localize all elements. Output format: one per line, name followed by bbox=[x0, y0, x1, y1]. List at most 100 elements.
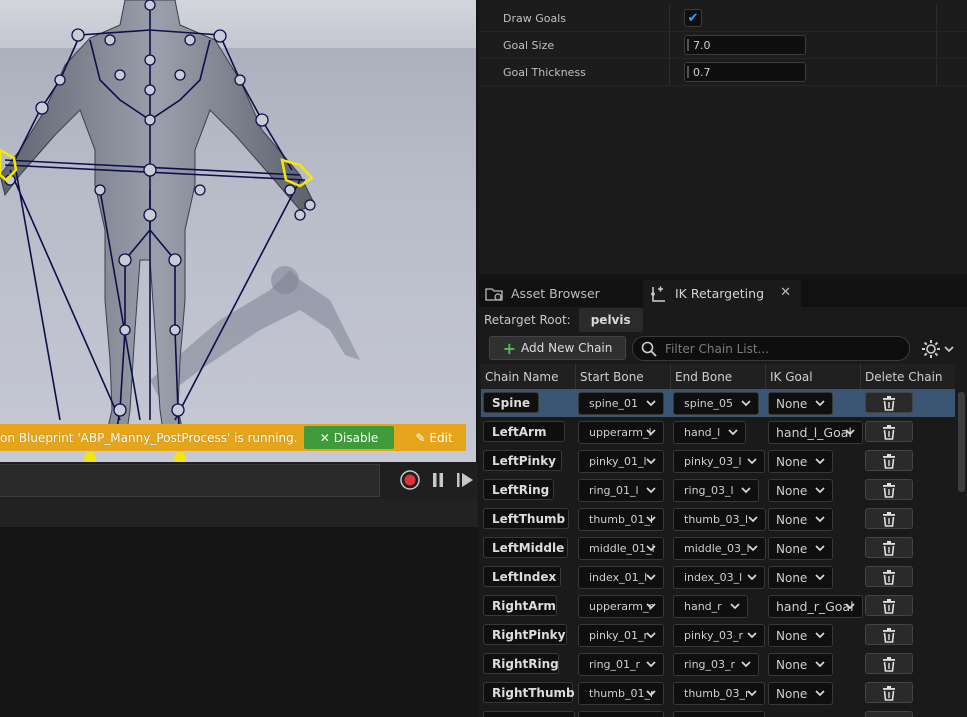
ik-goal-dropdown[interactable]: None bbox=[768, 653, 833, 676]
chain-row[interactable]: RightThumb thumb_01_r thumb_03_r None bbox=[481, 679, 955, 707]
ik-goal-dropdown[interactable]: None bbox=[768, 624, 833, 647]
start-bone-dropdown[interactable]: pinky_01_r bbox=[578, 624, 664, 647]
delete-chain-button[interactable] bbox=[865, 653, 913, 674]
start-bone-dropdown[interactable]: index_01_l bbox=[578, 566, 664, 589]
start-bone-dropdown[interactable]: upperarm_r bbox=[578, 595, 664, 618]
delete-chain-button[interactable] bbox=[865, 392, 913, 413]
tab-ik-retargeting[interactable]: IK Retargeting ✕ bbox=[643, 280, 801, 307]
chain-name-field[interactable]: LeftRing bbox=[483, 479, 554, 500]
add-new-chain-button[interactable]: + Add New Chain bbox=[489, 336, 626, 360]
chain-name-field[interactable]: LeftIndex bbox=[483, 566, 561, 587]
delete-chain-button[interactable] bbox=[865, 624, 913, 645]
trash-icon bbox=[883, 656, 895, 672]
timeline-track[interactable] bbox=[0, 464, 380, 497]
chain-row[interactable]: RightArm upperarm_r hand_r hand_r_Goal bbox=[481, 592, 955, 620]
ik-goal-value: None bbox=[776, 483, 808, 498]
chain-row[interactable]: LeftPinky pinky_01_l pinky_03_l None bbox=[481, 447, 955, 475]
chain-row[interactable]: LeftThumb thumb_01_l thumb_03_l None bbox=[481, 505, 955, 533]
chain-name-field[interactable]: Spine bbox=[483, 392, 539, 413]
end-bone-dropdown[interactable]: thumb_03_r bbox=[673, 682, 765, 705]
goal-size-input[interactable]: 7.0 bbox=[684, 35, 806, 55]
chain-name-field[interactable]: RightThumb bbox=[483, 682, 575, 703]
chain-row[interactable]: Spine spine_01 spine_05 None bbox=[481, 389, 955, 417]
chevron-down-icon bbox=[748, 516, 758, 523]
start-bone-dropdown[interactable]: thumb_01_l bbox=[578, 508, 664, 531]
chain-name-field[interactable]: LeftArm bbox=[483, 421, 565, 442]
chain-row[interactable]: LeftIndex index_01_l index_03_l None bbox=[481, 563, 955, 591]
delete-chain-button[interactable] bbox=[865, 479, 913, 500]
viewport[interactable]: on Blueprint 'ABP_Manny_PostProcess' is … bbox=[0, 0, 476, 462]
chain-row[interactable]: RightRing ring_01_r ring_03_r None bbox=[481, 650, 955, 678]
goal-thickness-input[interactable]: 0.7 bbox=[684, 62, 806, 82]
delete-chain-button[interactable] bbox=[865, 508, 913, 529]
start-bone-dropdown[interactable]: spine_01 bbox=[578, 392, 664, 415]
delete-chain-button[interactable] bbox=[865, 682, 913, 703]
start-bone-value: pinky_01_r bbox=[589, 629, 649, 642]
retarget-root-value[interactable]: pelvis bbox=[578, 308, 643, 332]
end-bone-dropdown[interactable]: middle_03_l bbox=[673, 537, 766, 560]
pause-icon[interactable] bbox=[428, 470, 448, 490]
end-bone-dropdown[interactable]: hand_l bbox=[673, 421, 746, 444]
end-bone-dropdown[interactable]: hand_r bbox=[673, 595, 748, 618]
start-bone-dropdown[interactable]: ring_01_l bbox=[578, 479, 664, 502]
ik-goal-dropdown[interactable]: hand_r_Goal bbox=[768, 595, 863, 618]
ik-goal-dropdown[interactable]: hand_l_Goal bbox=[768, 421, 863, 444]
ik-goal-dropdown[interactable]: None bbox=[768, 566, 833, 589]
ik-goal-value: None bbox=[776, 657, 808, 672]
chain-name-field[interactable]: LeftPinky bbox=[483, 450, 562, 471]
start-bone-dropdown[interactable]: pinky_01_l bbox=[578, 450, 664, 473]
end-bone-dropdown[interactable]: pinky_03_l bbox=[673, 450, 765, 473]
delete-chain-button[interactable] bbox=[865, 566, 913, 587]
column-start-bone: Start Bone bbox=[576, 364, 671, 389]
chain-row[interactable]: LeftMiddle middle_01_l middle_03_l None bbox=[481, 534, 955, 562]
filter-chain-input[interactable]: Filter Chain List... bbox=[632, 336, 910, 361]
end-bone-dropdown[interactable]: ring_03_l bbox=[673, 479, 759, 502]
chain-row[interactable]: LeftArm upperarm_l hand_l hand_l_Goal bbox=[481, 418, 955, 446]
column-ik-goal: IK Goal bbox=[766, 364, 861, 389]
ik-goal-dropdown[interactable]: None bbox=[768, 450, 833, 473]
start-bone-dropdown[interactable]: upperarm_l bbox=[578, 421, 664, 444]
ik-goal-dropdown[interactable]: None bbox=[768, 392, 833, 415]
tab-asset-browser[interactable]: Asset Browser bbox=[479, 280, 639, 307]
chain-row[interactable]: LeftRing ring_01_l ring_03_l None bbox=[481, 476, 955, 504]
delete-chain-button[interactable] bbox=[865, 595, 913, 616]
draw-goals-row: Draw Goals ✔ bbox=[481, 5, 967, 32]
delete-chain-button[interactable] bbox=[865, 450, 913, 471]
gear-icon bbox=[922, 340, 940, 358]
start-bone-dropdown[interactable]: thumb_01_r bbox=[578, 682, 664, 705]
end-bone-dropdown[interactable]: ring_03_r bbox=[673, 653, 759, 676]
record-icon[interactable] bbox=[400, 470, 420, 490]
ik-goal-dropdown[interactable]: None bbox=[768, 682, 833, 705]
chain-row-partial[interactable] bbox=[481, 708, 955, 717]
chain-list-scrollbar[interactable] bbox=[958, 392, 965, 492]
end-bone-dropdown[interactable]: spine_05 bbox=[673, 392, 759, 415]
end-bone-dropdown[interactable]: thumb_03_l bbox=[673, 508, 766, 531]
chain-name-field[interactable]: LeftThumb bbox=[483, 508, 569, 529]
end-bone-value: thumb_03_l bbox=[684, 513, 749, 526]
step-forward-icon[interactable] bbox=[455, 470, 475, 490]
chain-name-field[interactable]: RightRing bbox=[483, 653, 559, 674]
ik-goal-dropdown[interactable]: None bbox=[768, 479, 833, 502]
ik-goal-dropdown[interactable]: None bbox=[768, 537, 833, 560]
chain-row[interactable]: RightPinky pinky_01_r pinky_03_r None bbox=[481, 621, 955, 649]
chain-name-field[interactable]: RightArm bbox=[483, 595, 557, 616]
delete-chain-button[interactable] bbox=[865, 537, 913, 558]
start-bone-dropdown[interactable]: middle_01_l bbox=[578, 537, 664, 560]
chevron-down-icon bbox=[748, 545, 758, 552]
delete-chain-button[interactable] bbox=[865, 711, 913, 717]
end-bone-dropdown[interactable]: index_03_l bbox=[673, 566, 765, 589]
ik-goal-dropdown[interactable]: None bbox=[768, 508, 833, 531]
start-bone-dropdown[interactable] bbox=[578, 711, 664, 717]
disable-button[interactable]: ✕ Disable bbox=[304, 426, 394, 449]
chain-name-field[interactable]: LeftMiddle bbox=[483, 537, 568, 558]
delete-chain-button[interactable] bbox=[865, 421, 913, 442]
end-bone-dropdown[interactable]: pinky_03_r bbox=[673, 624, 765, 647]
draw-goals-checkbox[interactable]: ✔ bbox=[684, 9, 702, 27]
end-bone-dropdown[interactable] bbox=[673, 711, 765, 717]
chain-name-field[interactable] bbox=[483, 711, 575, 717]
start-bone-dropdown[interactable]: ring_01_r bbox=[578, 653, 664, 676]
close-tab-icon[interactable]: ✕ bbox=[780, 285, 791, 300]
chain-name-field[interactable]: RightPinky bbox=[483, 624, 567, 645]
settings-dropdown[interactable] bbox=[921, 338, 959, 360]
edit-button[interactable]: ✎ Edit bbox=[402, 426, 466, 449]
